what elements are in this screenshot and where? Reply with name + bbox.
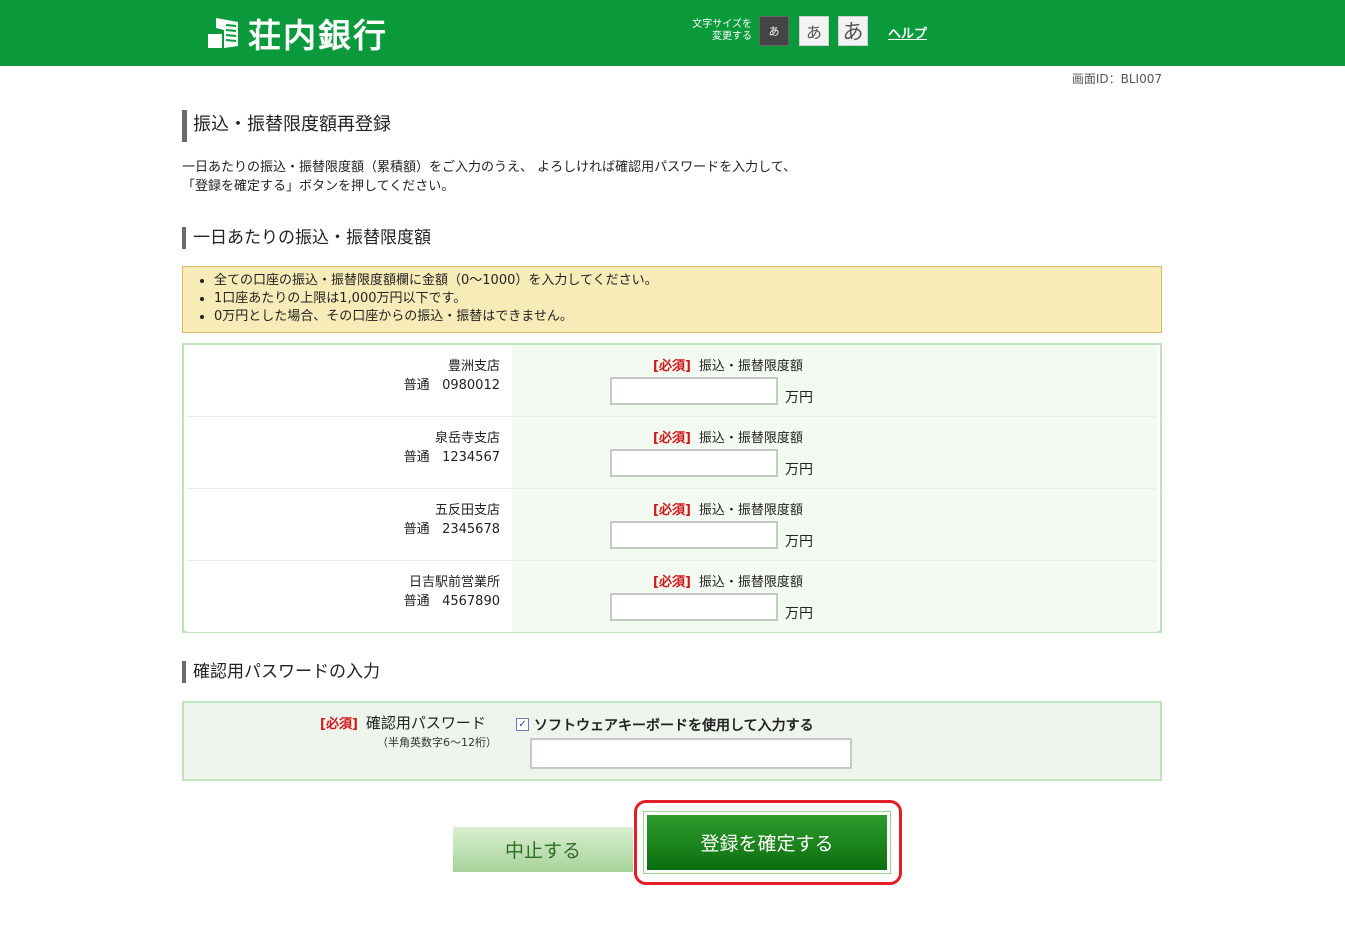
branch-name: 泉岳寺支店 <box>434 431 500 446</box>
bank-name: 荘内銀行 <box>248 16 388 55</box>
password-section-heading: 確認用パスワードの入力 <box>182 661 380 683</box>
required-badge: [必須] <box>653 431 691 446</box>
required-badge: [必須] <box>653 359 691 374</box>
account-number: 0980012 <box>442 378 500 393</box>
account-info-cell: 日吉駅前営業所 普通 4567890 <box>187 561 512 632</box>
limit-input-cell: [必須] 振込・振替限度額 万円 <box>512 489 1157 560</box>
limit-input-cell: [必須] 振込・振替限度額 万円 <box>512 345 1157 416</box>
unit-label: 万円 <box>785 390 813 406</box>
account-number: 4567890 <box>442 594 500 609</box>
account-row: 日吉駅前営業所 普通 4567890 [必須] 振込・振替限度額 万円 <box>187 561 1157 632</box>
account-row: 泉岳寺支店 普通 1234567 [必須] 振込・振替限度額 万円 <box>187 417 1157 489</box>
font-size-label-line2: 変更する <box>712 31 752 42</box>
notice-item: 1口座あたりの上限は1,000万円以下です。 <box>214 290 1161 308</box>
screen-id: 画面ID：BLI007 <box>1071 72 1162 86</box>
font-size-label: 文字サイズを 変更する <box>676 19 752 43</box>
limit-amount-input[interactable] <box>610 593 778 621</box>
limit-label-text: 振込・振替限度額 <box>698 575 803 590</box>
notice-item: 全ての口座の振込・振替限度額欄に金額（0～1000）を入力してください。 <box>214 272 1161 290</box>
header-bar: 荘内銀行 文字サイズを 変更する あ あ あ ヘルプ <box>0 0 1345 66</box>
font-size-small-button[interactable]: あ <box>759 16 789 46</box>
account-info: 五反田支店 普通 2345678 <box>404 501 500 539</box>
font-size-label-line1: 文字サイズを <box>692 19 752 30</box>
intro-text: 一日あたりの振込・振替限度額（累積額）をご入力のうえ、 よろしければ確認用パスワ… <box>182 158 796 196</box>
account-type-number: 普通 4567890 <box>404 592 500 611</box>
limit-field-label: [必須] 振込・振替限度額 <box>653 427 803 446</box>
branch-name: 豊洲支店 <box>447 359 500 374</box>
limit-label-text: 振込・振替限度額 <box>698 431 803 446</box>
confirm-password-input[interactable] <box>530 738 852 769</box>
limit-input-cell: [必須] 振込・振替限度額 万円 <box>512 417 1157 488</box>
font-size-large-button[interactable]: あ <box>838 16 868 46</box>
required-badge: [必須] <box>320 717 358 732</box>
limit-notice-box: 全ての口座の振込・振替限度額欄に金額（0～1000）を入力してください。 1口座… <box>182 266 1162 333</box>
password-field-label: [必須] 確認用パスワード <box>320 712 486 733</box>
font-size-medium-button[interactable]: あ <box>799 16 829 46</box>
branch-name: 五反田支店 <box>434 503 500 518</box>
account-info: 日吉駅前営業所 普通 4567890 <box>404 573 500 611</box>
bank-logo-icon <box>206 16 240 50</box>
account-type: 普通 <box>403 594 430 609</box>
account-number: 2345678 <box>442 522 500 537</box>
unit-label: 万円 <box>785 534 813 550</box>
limit-label-text: 振込・振替限度額 <box>698 503 803 518</box>
intro-line-1: 一日あたりの振込・振替限度額（累積額）をご入力のうえ、 よろしければ確認用パスワ… <box>182 160 797 175</box>
password-format-note: （半角英数字6～12桁） <box>377 736 497 749</box>
account-row: 豊洲支店 普通 0980012 [必須] 振込・振替限度額 万円 <box>187 345 1157 417</box>
branch-name: 日吉駅前営業所 <box>408 575 500 590</box>
account-number: 1234567 <box>442 450 500 465</box>
limit-field-label: [必須] 振込・振替限度額 <box>653 355 803 374</box>
account-type-number: 普通 1234567 <box>404 448 500 467</box>
account-type: 普通 <box>403 450 430 465</box>
account-info-cell: 豊洲支店 普通 0980012 <box>187 345 512 416</box>
account-type-number: 普通 2345678 <box>404 520 500 539</box>
unit-label: 万円 <box>785 462 813 478</box>
account-limit-table: 豊洲支店 普通 0980012 [必須] 振込・振替限度額 万円 泉岳寺支店 普通… <box>182 343 1162 633</box>
required-badge: [必須] <box>653 503 691 518</box>
page-title: 振込・振替限度額再登録 <box>182 110 391 142</box>
account-info: 豊洲支店 普通 0980012 <box>404 357 500 395</box>
password-label-text: 確認用パスワード <box>365 714 486 732</box>
confirm-button-label: 登録を確定する <box>647 815 887 870</box>
intro-line-2: 「登録を確定する」ボタンを押してください。 <box>182 179 455 194</box>
unit-label: 万円 <box>785 606 813 622</box>
limit-field-label: [必須] 振込・振替限度額 <box>653 499 803 518</box>
account-type: 普通 <box>403 378 430 393</box>
required-badge: [必須] <box>653 575 691 590</box>
limit-amount-input[interactable] <box>610 377 778 405</box>
account-type: 普通 <box>403 522 430 537</box>
notice-item: 0万円とした場合、その口座からの振込・振替はできません。 <box>214 308 1161 326</box>
account-row: 五反田支店 普通 2345678 [必須] 振込・振替限度額 万円 <box>187 489 1157 561</box>
cancel-button[interactable]: 中止する <box>453 827 633 872</box>
password-box: [必須] 確認用パスワード （半角英数字6～12桁） ✓ ソフトウェアキーボードを… <box>182 701 1162 781</box>
limit-field-label: [必須] 振込・振替限度額 <box>653 571 803 590</box>
limit-amount-input[interactable] <box>610 449 778 477</box>
limit-input-cell: [必須] 振込・振替限度額 万円 <box>512 561 1157 632</box>
account-type-number: 普通 0980012 <box>404 376 500 395</box>
account-info-cell: 泉岳寺支店 普通 1234567 <box>187 417 512 488</box>
limit-label-text: 振込・振替限度額 <box>698 359 803 374</box>
help-link[interactable]: ヘルプ <box>888 23 927 42</box>
account-info: 泉岳寺支店 普通 1234567 <box>404 429 500 467</box>
software-keyboard-label[interactable]: ソフトウェアキーボードを使用して入力する <box>534 715 814 735</box>
limit-section-heading: 一日あたりの振込・振替限度額 <box>182 227 431 249</box>
confirm-registration-button[interactable]: 登録を確定する <box>643 811 891 874</box>
software-keyboard-checkbox[interactable]: ✓ <box>516 718 529 731</box>
bank-logo[interactable]: 荘内銀行 <box>206 12 388 55</box>
account-info-cell: 五反田支店 普通 2345678 <box>187 489 512 560</box>
limit-amount-input[interactable] <box>610 521 778 549</box>
